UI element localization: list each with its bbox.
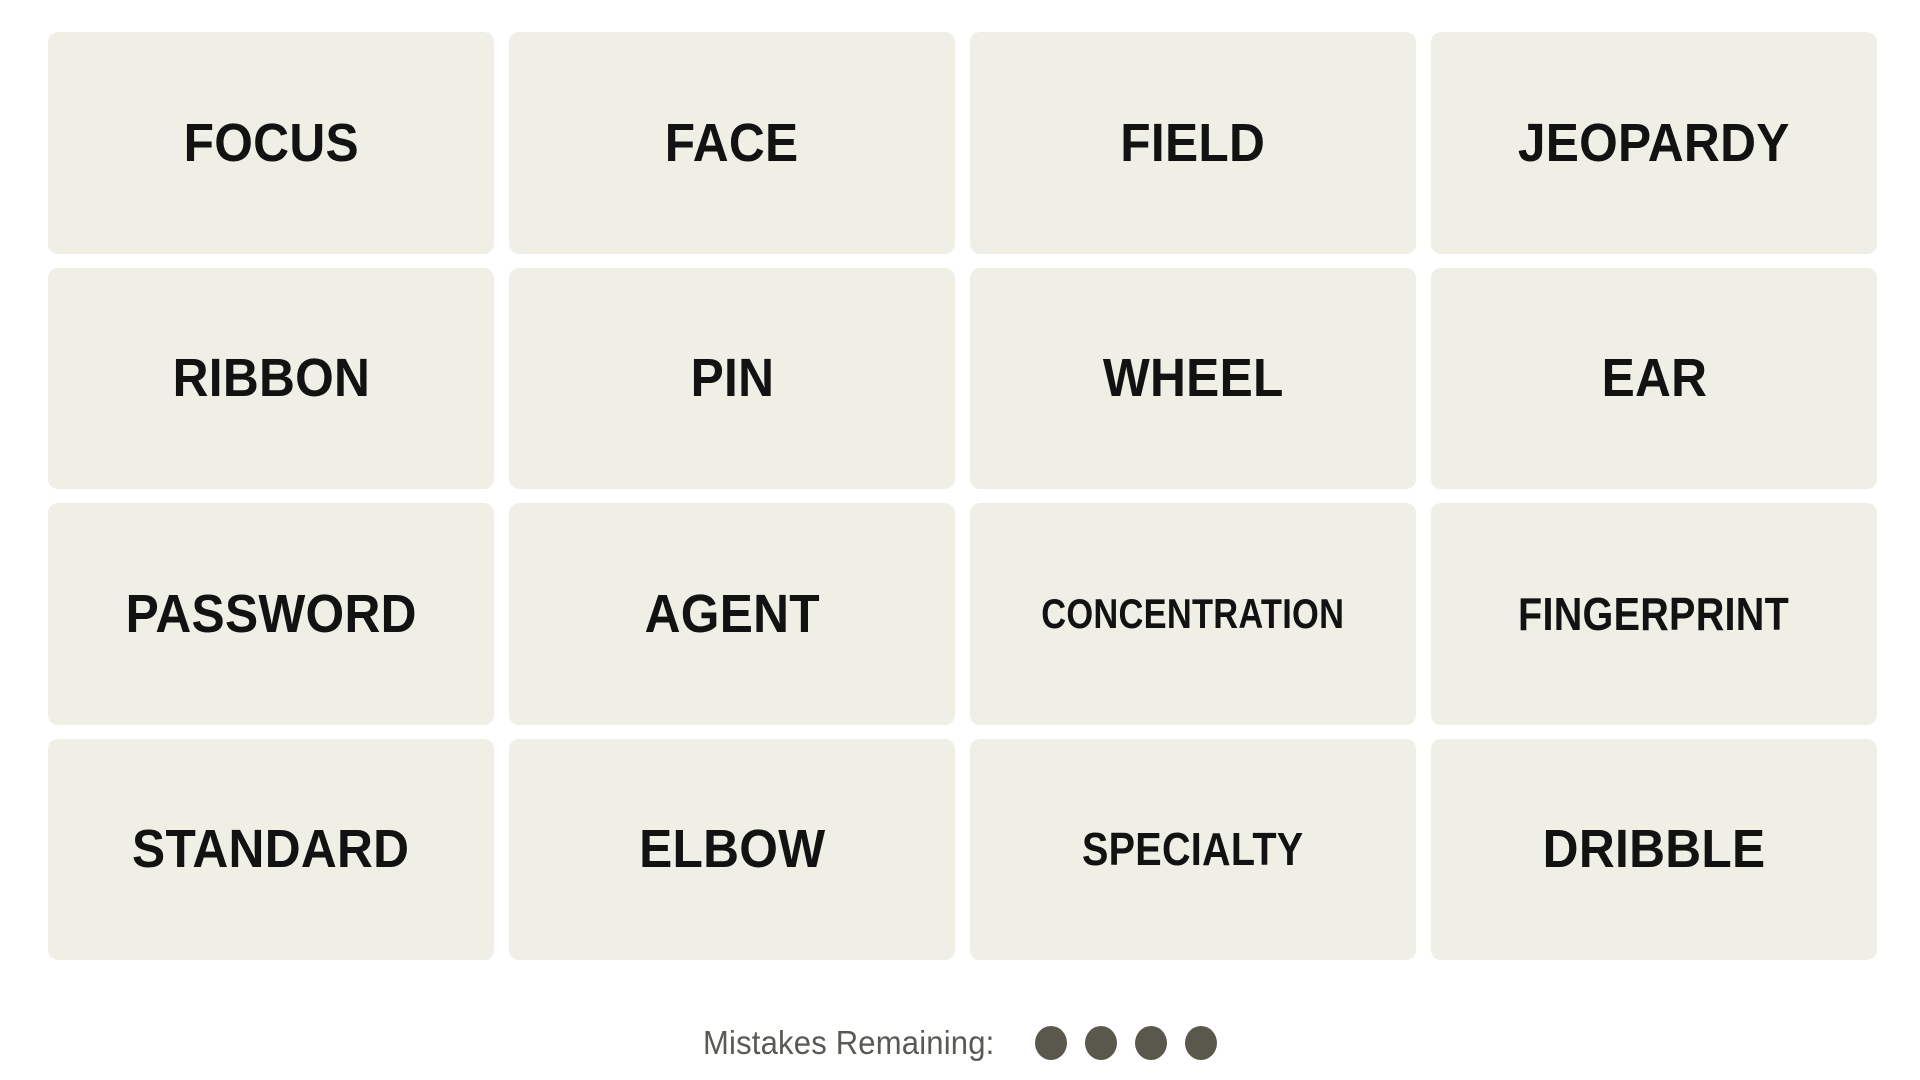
word-tile[interactable]: FINGERPRINT bbox=[1431, 503, 1877, 725]
word-tile-label: SPECIALTY bbox=[1082, 823, 1304, 876]
word-tile-label: PASSWORD bbox=[125, 583, 417, 644]
word-tile-label: FINGERPRINT bbox=[1518, 587, 1790, 640]
word-tile[interactable]: ELBOW bbox=[509, 738, 955, 960]
word-tile-label: PIN bbox=[690, 348, 774, 409]
word-tile-label: AGENT bbox=[644, 583, 820, 644]
connections-game-board: FOCUS FACE FIELD JEOPARDY RIBBON PIN WHEEL EAR P… bbox=[0, 0, 1920, 1080]
word-tile[interactable]: FIELD bbox=[970, 32, 1416, 254]
mistake-dot-2-icon bbox=[1085, 1026, 1118, 1060]
word-tile[interactable]: PASSWORD bbox=[48, 503, 494, 725]
word-tile[interactable]: EAR bbox=[1431, 267, 1877, 489]
word-tile[interactable]: WHEEL bbox=[970, 267, 1416, 489]
word-tile-grid: FOCUS FACE FIELD JEOPARDY RIBBON PIN WHEEL EAR P… bbox=[48, 32, 1877, 960]
mistakes-remaining-dots bbox=[1035, 1026, 1218, 1060]
word-tile-label: STANDARD bbox=[132, 819, 410, 880]
word-tile[interactable]: AGENT bbox=[509, 503, 955, 725]
word-tile[interactable]: RIBBON bbox=[48, 267, 494, 489]
word-tile-label: FOCUS bbox=[183, 112, 359, 173]
word-tile-label: DRIBBLE bbox=[1542, 819, 1766, 880]
word-tile-label: JEOPARDY bbox=[1518, 112, 1790, 173]
mistake-dot-1-icon bbox=[1035, 1026, 1068, 1060]
word-tile-label: WHEEL bbox=[1102, 348, 1284, 409]
word-tile-label: EAR bbox=[1601, 348, 1707, 409]
word-tile[interactable]: STANDARD bbox=[48, 738, 494, 960]
word-tile[interactable]: FOCUS bbox=[48, 32, 494, 254]
mistake-dot-4-icon bbox=[1185, 1026, 1218, 1060]
word-tile[interactable]: CONCENTRATION bbox=[970, 503, 1416, 725]
word-tile-label: CONCENTRATION bbox=[1041, 589, 1345, 637]
word-tile[interactable]: DRIBBLE bbox=[1431, 738, 1877, 960]
word-tile[interactable]: JEOPARDY bbox=[1431, 32, 1877, 254]
word-tile-label: FACE bbox=[665, 112, 799, 173]
word-tile[interactable]: PIN bbox=[509, 267, 955, 489]
word-tile-label: FIELD bbox=[1120, 112, 1266, 173]
word-tile-label: ELBOW bbox=[638, 819, 826, 880]
word-tile-label: RIBBON bbox=[172, 348, 370, 409]
mistake-dot-3-icon bbox=[1135, 1026, 1168, 1060]
word-tile[interactable]: SPECIALTY bbox=[970, 738, 1416, 960]
mistakes-remaining-label: Mistakes Remaining: bbox=[702, 1024, 995, 1061]
mistakes-remaining-bar: Mistakes Remaining: bbox=[0, 1012, 1920, 1074]
word-tile[interactable]: FACE bbox=[509, 32, 955, 254]
